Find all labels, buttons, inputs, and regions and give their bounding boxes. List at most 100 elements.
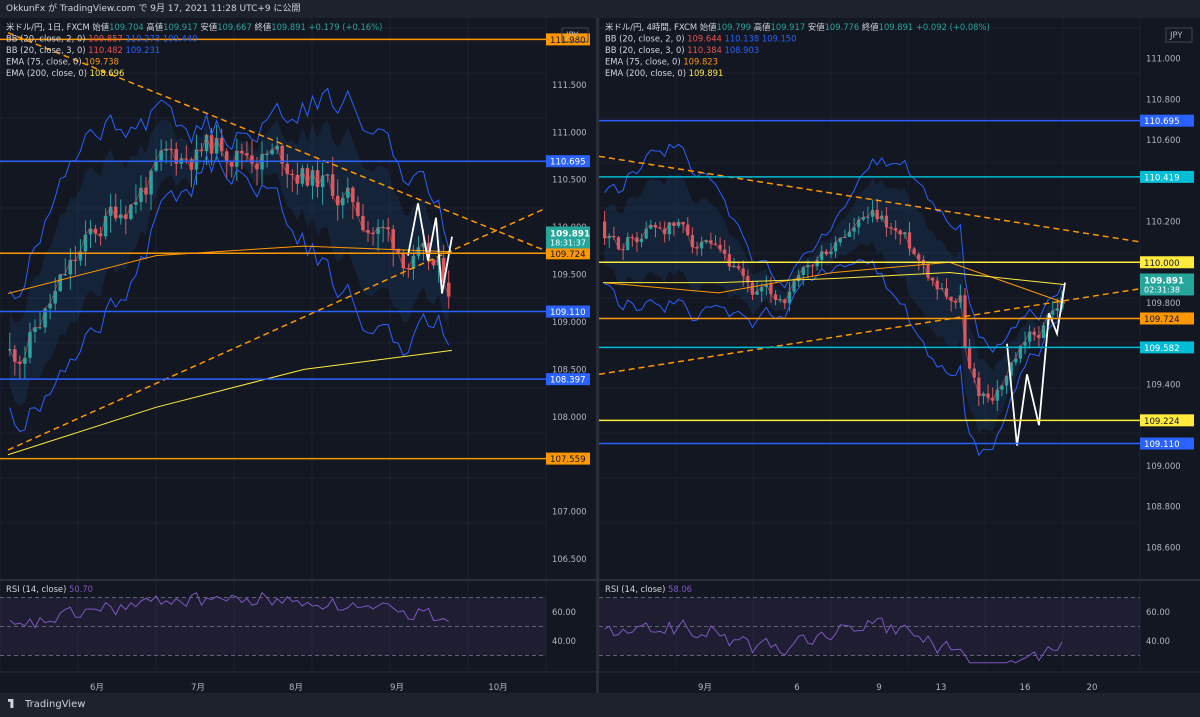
legend-part: 始値 xyxy=(92,22,109,32)
legend-part: EMA (75, close, 0) xyxy=(6,57,84,67)
chart-svg[interactable]: 110.695 110.419 110.000 109.724 109.582 109.2… xyxy=(599,18,1200,693)
y-tick-label: 111.000 xyxy=(552,127,587,137)
y-tick-label: 108.600 xyxy=(1146,542,1181,552)
y-tick-label: 110.500 xyxy=(552,175,587,185)
legend-row[interactable]: BB (20, close, 3, 0) 110.384 108.903 xyxy=(605,45,759,55)
rsi-tick-label: 40.00 xyxy=(1146,636,1170,646)
legend-part: 高値 xyxy=(146,22,163,32)
rsi-value: 50.70 xyxy=(69,584,93,594)
legend-part: 108.903 xyxy=(725,45,760,55)
x-tick-label: 8月 xyxy=(289,682,303,693)
level-label: 109.224 xyxy=(1144,417,1180,427)
y-tick-label: 110.800 xyxy=(1146,94,1181,104)
chart-svg[interactable]: 111.980110.695109.724109.110108.397107.5… xyxy=(0,18,596,693)
y-tick-label: 110.600 xyxy=(1146,135,1181,145)
legend-part: 109.917 xyxy=(163,22,200,32)
legend-part: 110.482 xyxy=(88,45,125,55)
level-label: 107.559 xyxy=(550,455,586,465)
h4-chart-panel[interactable]: 110.695 110.419 110.000 109.724 109.582 109.2… xyxy=(599,18,1200,693)
level-label: 109.582 xyxy=(1144,344,1180,354)
legend-row[interactable]: EMA (200, close, 0) 108.696 xyxy=(6,68,124,78)
legend-row[interactable]: EMA (75, close, 0) 109.823 xyxy=(605,57,718,67)
legend-part: 109.917 xyxy=(771,22,808,32)
legend-part: 109.857 xyxy=(88,34,125,44)
bar-countdown-label: 18:31:37 xyxy=(550,238,586,247)
level-label: 110.695 xyxy=(1144,117,1180,127)
legend-part: 109.799 xyxy=(716,22,753,32)
rsi-value: 58.06 xyxy=(668,584,692,594)
level-label: 108.397 xyxy=(550,376,586,386)
level-label: 109.724 xyxy=(550,250,586,260)
bar-countdown-label: 02:31:38 xyxy=(1144,285,1180,294)
legend-part: BB (20, close, 2, 0) xyxy=(6,34,88,44)
y-tick-label: 108.800 xyxy=(1146,502,1181,512)
legend-row[interactable]: 米ドル/円, 4時間, FXCM 始値109.799 高値109.917 安値1… xyxy=(605,22,990,32)
y-tick-label: 108.000 xyxy=(552,412,587,422)
y-tick-label: 109.000 xyxy=(552,317,587,327)
currency-label: JPY xyxy=(565,30,579,40)
legend-part: EMA (200, close, 0) xyxy=(605,68,689,78)
x-tick-label: 13 xyxy=(936,683,947,693)
level-label: 110.000 xyxy=(1144,259,1180,269)
footer-bar: TradingView xyxy=(0,693,1200,717)
price-axis-bg xyxy=(546,18,596,693)
level-label: 110.419 xyxy=(1144,173,1180,183)
legend-part: 米ドル/円, 1日, FXCM xyxy=(6,22,92,32)
rsi-tick-label: 60.00 xyxy=(1146,607,1170,617)
legend-row[interactable]: BB (20, close, 3, 0) 110.482 109.231 xyxy=(6,45,160,55)
x-tick-label: 6 xyxy=(794,683,799,693)
y-tick-label: 109.800 xyxy=(1146,298,1181,308)
tradingview-logo[interactable]: TradingView xyxy=(8,699,85,710)
legend-row[interactable]: EMA (75, close, 0) 109.738 xyxy=(6,57,119,67)
legend-part: 終値 xyxy=(862,22,879,32)
legend-part: 109.150 xyxy=(762,34,797,44)
legend-part: 109.704 xyxy=(109,22,146,32)
legend-part: BB (20, close, 3, 0) xyxy=(605,45,687,55)
y-tick-label: 107.000 xyxy=(552,507,587,517)
x-tick-label: 6月 xyxy=(90,682,104,693)
y-tick-label: 109.000 xyxy=(1146,461,1181,471)
x-tick-label: 7月 xyxy=(191,682,205,693)
rsi-name: RSI (14, close) xyxy=(6,584,69,594)
legend-row[interactable]: EMA (200, close, 0) 109.891 xyxy=(605,68,723,78)
level-label: 110.695 xyxy=(550,158,586,168)
x-tick-label: 16 xyxy=(1020,683,1031,693)
rsi-legend: RSI (14, close) 58.06 xyxy=(605,584,692,594)
publish-bar: OkkunFx が TradingView.com で 9月 17, 2021 … xyxy=(0,0,1200,18)
legend-part: 110.384 xyxy=(687,45,724,55)
legend-part: 110.138 xyxy=(725,34,762,44)
legend-part: 109.891 +0.179 (+0.16%) xyxy=(271,22,382,32)
legend-row[interactable]: BB (20, close, 2, 0) 109.857 110.273 109… xyxy=(6,34,197,44)
y-tick-label: 108.500 xyxy=(552,364,587,374)
x-tick-label: 9月 xyxy=(698,682,712,693)
level-label: 109.110 xyxy=(1144,440,1180,450)
legend-part: 108.696 xyxy=(90,68,125,78)
legend-part: EMA (75, close, 0) xyxy=(605,57,683,67)
legend-part: 110.273 xyxy=(126,34,163,44)
y-tick-label: 106.500 xyxy=(552,554,587,564)
tradingview-logo-icon xyxy=(8,699,14,708)
y-tick-label: 110.200 xyxy=(1146,217,1181,227)
legend-row[interactable]: 米ドル/円, 1日, FXCM 始値109.704 高値109.917 安値 10… xyxy=(6,22,382,32)
x-tick-label: 9月 xyxy=(390,682,404,693)
currency-label: JPY xyxy=(1169,30,1183,40)
legend-part: 始値 xyxy=(700,22,717,32)
rsi-tick-label: 60.00 xyxy=(552,607,576,617)
legend-part: 109.738 xyxy=(84,57,119,67)
daily-chart-panel[interactable]: 111.980 110.695 109.724 109.110 108.397 107.5… xyxy=(0,18,596,693)
legend-part: EMA (200, close, 0) xyxy=(6,68,90,78)
legend-part: BB (20, close, 2, 0) xyxy=(605,34,687,44)
legend-part: 109.440 xyxy=(163,34,198,44)
rsi-name: RSI (14, close) xyxy=(605,584,668,594)
y-tick-label: 111.500 xyxy=(552,80,587,90)
legend-part: 109.891 xyxy=(689,68,724,78)
rsi-legend: RSI (14, close) 50.70 xyxy=(6,584,93,594)
legend-part: 安値 xyxy=(200,22,217,32)
legend-part: 109.644 xyxy=(687,34,724,44)
legend-part: 109.823 xyxy=(683,57,718,67)
legend-part: 109.776 xyxy=(825,22,862,32)
x-tick-label: 20 xyxy=(1087,683,1098,693)
y-tick-label: 111.000 xyxy=(1146,54,1181,64)
legend-row[interactable]: BB (20, close, 2, 0) 109.644 110.138 109… xyxy=(605,34,796,44)
x-tick-label: 10月 xyxy=(488,682,508,693)
